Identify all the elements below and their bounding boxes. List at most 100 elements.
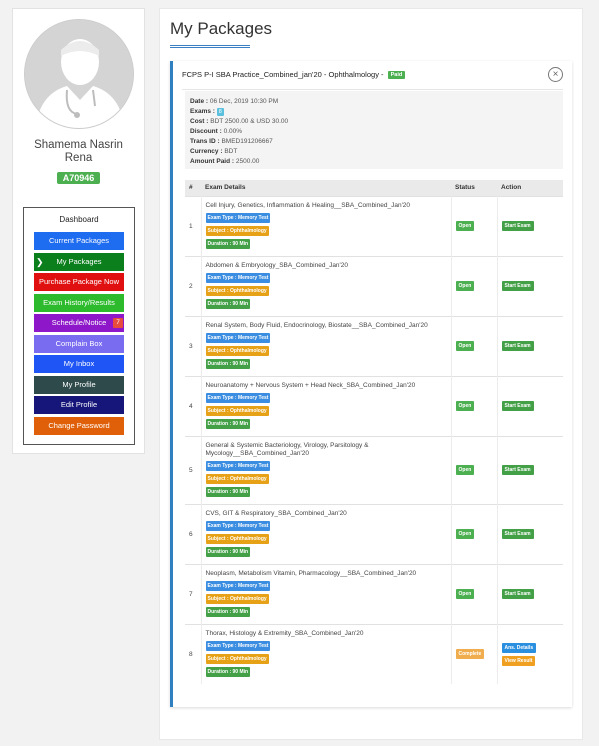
menu-label: Edit Profile xyxy=(60,400,98,409)
avatar xyxy=(24,19,134,129)
row-status: Open xyxy=(451,435,498,504)
package-title: FCPS P-I SBA Practice_Combined_jan'20 - … xyxy=(182,70,384,79)
exam-title: Neoplasm, Metabolism Vitamin, Pharmacolo… xyxy=(205,570,417,577)
info-cost: Cost : BDT 2500.00 & USD 30.00 xyxy=(190,118,289,125)
info-trans-id: Trans ID : BMED191206667 xyxy=(190,138,273,145)
start-exam-button[interactable]: Start Exam xyxy=(501,221,534,231)
row-details: Renal System, Body Fluid, Endocrinology,… xyxy=(201,315,452,376)
duration-tag: Duration : 90 Min xyxy=(205,607,251,617)
status-badge: Open xyxy=(455,281,475,291)
user-name-line2: Rena xyxy=(64,152,93,164)
exam-type-tag: Exam Type : Memory Test xyxy=(205,273,271,283)
status-badge: Complete xyxy=(455,649,485,660)
table-row: 3 Renal System, Body Fluid, Endocrinolog… xyxy=(185,315,563,376)
subject-tag: Subject : Ophthalmology xyxy=(205,534,269,544)
menu-label: Complain Box xyxy=(55,338,103,348)
menu-my-packages[interactable]: ❯ My Packages xyxy=(34,252,124,271)
menu-current-packages[interactable]: Current Packages xyxy=(34,232,124,250)
exam-title: Thorax, Histology & Extremity_SBA_Combin… xyxy=(205,630,364,638)
exam-table: # Exam Details Status Action 1 Cell Inju… xyxy=(185,180,563,684)
header-status: Status xyxy=(451,180,497,196)
menu-exam-history[interactable]: Exam History/Results xyxy=(34,293,124,312)
user-id-badge: A70946 xyxy=(57,172,100,184)
row-num: 4 xyxy=(185,375,202,436)
user-name-line1: Shamema Nasrin xyxy=(34,139,123,151)
status-badge: Open xyxy=(455,401,475,411)
header-num: # xyxy=(185,180,201,196)
subject-tag: Subject : Ophthalmology xyxy=(205,226,269,236)
menu-label: Exam History/Results xyxy=(43,297,115,307)
subject-tag: Subject : Ophthalmology xyxy=(205,654,269,665)
exam-title: Neuroanatomy + Nervous System + Head Nec… xyxy=(205,382,416,389)
subject-tag: Subject : Ophthalmology xyxy=(205,594,269,604)
menu-label: Purchase Package Now xyxy=(38,277,120,286)
info-date: Date : 06 Dec, 2019 10:30 PM xyxy=(190,98,279,105)
exam-title: CVS, GIT & Respiratory_SBA_Combined_Jan'… xyxy=(205,510,347,517)
exam-count-badge: 8 xyxy=(216,108,224,116)
row-action: Start Exam xyxy=(497,195,563,256)
exam-type-tag: Exam Type : Memory Test xyxy=(205,461,271,471)
row-action: Start Exam xyxy=(497,563,563,624)
menu-schedule-notice[interactable]: Schedule/Notice 7 xyxy=(34,314,124,332)
view-result-button[interactable]: View Result xyxy=(501,655,536,666)
package-card: FCPS P-I SBA Practice_Combined_jan'20 - … xyxy=(170,61,572,707)
menu-label: Change Password xyxy=(48,420,110,430)
table-row: 1 Cell Injury, Genetics, Inflammation & … xyxy=(185,195,563,256)
status-badge: Open xyxy=(455,529,475,539)
start-exam-button[interactable]: Start Exam xyxy=(501,341,534,351)
page-title: My Packages xyxy=(170,19,273,38)
menu-change-password[interactable]: Change Password xyxy=(34,416,124,435)
menu-label: My Profile xyxy=(62,379,96,389)
answer-details-button[interactable]: Ans. Details xyxy=(501,642,537,653)
menu-label: Current Packages xyxy=(48,236,110,245)
row-num: 3 xyxy=(185,315,202,376)
package-header: FCPS P-I SBA Practice_Combined_jan'20 - … xyxy=(182,70,406,79)
user-silhouette-icon xyxy=(25,20,133,128)
start-exam-button[interactable]: Start Exam xyxy=(501,401,534,411)
menu-purchase-package[interactable]: Purchase Package Now xyxy=(34,273,124,291)
divider xyxy=(182,89,563,90)
menu-my-inbox[interactable]: My Inbox xyxy=(34,355,124,373)
dashboard-menu: Dashboard Current Packages ❯ My Packages … xyxy=(23,207,135,445)
status-badge: Open xyxy=(455,341,475,351)
row-details: Thorax, Histology & Extremity_SBA_Combin… xyxy=(201,623,452,684)
row-action: Start Exam xyxy=(497,255,563,316)
info-exams: Exams : 8 xyxy=(190,108,224,116)
info-discount: Discount : 0.00% xyxy=(190,128,243,135)
user-name: Shamema Nasrin Rena xyxy=(13,139,144,165)
duration-tag: Duration : 90 Min xyxy=(205,667,251,678)
info-amount-paid: Amount Paid : 2500.00 xyxy=(190,158,260,165)
row-num: 7 xyxy=(185,563,202,624)
status-badge: Open xyxy=(455,465,475,475)
status-badge: Open xyxy=(455,221,475,231)
exam-type-tag: Exam Type : Memory Test xyxy=(205,213,271,223)
menu-my-profile[interactable]: My Profile xyxy=(34,375,124,394)
close-icon[interactable]: × xyxy=(548,67,563,82)
duration-tag: Duration : 90 Min xyxy=(205,547,251,557)
row-num: 6 xyxy=(185,503,202,564)
row-status: Open xyxy=(451,375,498,436)
menu-complain-box[interactable]: Complain Box xyxy=(34,334,124,353)
row-status: Complete xyxy=(451,623,498,684)
start-exam-button[interactable]: Start Exam xyxy=(501,281,534,291)
package-info: Date : 06 Dec, 2019 10:30 PM Exams : 8 C… xyxy=(185,91,563,169)
duration-tag: Duration : 90 Min xyxy=(205,359,251,369)
table-row: 2 Abdomen & Embryology_SBA_Combined_Jan'… xyxy=(185,255,563,316)
table-row: 6 CVS, GIT & Respiratory_SBA_Combined_Ja… xyxy=(185,503,563,564)
subject-tag: Subject : Ophthalmology xyxy=(205,286,269,296)
title-underline xyxy=(170,45,250,48)
dashboard-title: Dashboard xyxy=(59,215,99,224)
row-details: Neuroanatomy + Nervous System + Head Nec… xyxy=(201,375,452,436)
start-exam-button[interactable]: Start Exam xyxy=(501,589,534,599)
menu-edit-profile[interactable]: Edit Profile xyxy=(34,396,124,414)
menu-label: My Packages xyxy=(56,256,102,266)
row-action: Start Exam xyxy=(497,503,563,564)
start-exam-button[interactable]: Start Exam xyxy=(501,465,534,475)
subject-tag: Subject : Ophthalmology xyxy=(205,406,269,416)
menu-label: Schedule/Notice xyxy=(51,318,107,327)
start-exam-button[interactable]: Start Exam xyxy=(501,529,534,539)
duration-tag: Duration : 90 Min xyxy=(205,239,251,249)
exam-type-tag: Exam Type : Memory Test xyxy=(205,393,271,403)
row-status: Open xyxy=(451,315,498,376)
row-num: 8 xyxy=(185,623,202,684)
